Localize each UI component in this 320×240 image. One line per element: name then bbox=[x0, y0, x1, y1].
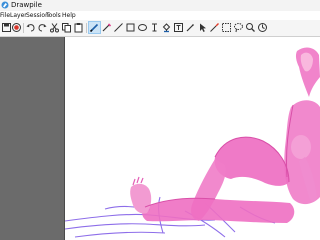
ellipse-icon[interactable] bbox=[137, 22, 148, 33]
color-picker-icon[interactable] bbox=[185, 22, 196, 33]
side-panel bbox=[0, 37, 64, 240]
paste-icon[interactable] bbox=[73, 22, 84, 33]
menu-tools[interactable]: Tools bbox=[46, 11, 61, 20]
redo-icon[interactable] bbox=[37, 22, 48, 33]
menu-help[interactable]: Help bbox=[62, 11, 76, 20]
undo-icon[interactable] bbox=[25, 22, 36, 33]
fill-bucket-icon[interactable] bbox=[161, 22, 172, 33]
drawing-canvas[interactable] bbox=[65, 37, 320, 240]
toolbar-separator bbox=[23, 23, 24, 33]
text-annotation-icon[interactable] bbox=[173, 22, 184, 33]
brush-icon[interactable] bbox=[88, 21, 101, 34]
pink-figure-sketch bbox=[130, 47, 320, 223]
copy-icon[interactable] bbox=[61, 22, 72, 33]
drawpile-logo-icon bbox=[1, 1, 9, 9]
menu-bar: File Layer Session Tools Help bbox=[0, 11, 320, 20]
selection-icon[interactable] bbox=[221, 22, 232, 33]
window-title: Drawpile bbox=[11, 1, 42, 9]
text-cursor-icon[interactable] bbox=[149, 22, 160, 33]
rectangle-icon[interactable] bbox=[125, 22, 136, 33]
toolbar bbox=[0, 20, 320, 37]
menu-layer[interactable]: Layer bbox=[10, 11, 27, 20]
cut-icon[interactable] bbox=[49, 22, 60, 33]
canvas-artwork bbox=[65, 47, 320, 238]
laser-icon[interactable] bbox=[209, 22, 220, 33]
inspector-icon[interactable] bbox=[257, 22, 268, 33]
record-icon[interactable] bbox=[11, 22, 22, 33]
lasso-icon[interactable] bbox=[233, 22, 244, 33]
toolbar-separator bbox=[86, 23, 87, 33]
eraser-icon[interactable] bbox=[101, 22, 112, 33]
pointer-icon[interactable] bbox=[197, 22, 208, 33]
line-icon[interactable] bbox=[113, 22, 124, 33]
zoom-icon[interactable] bbox=[245, 22, 256, 33]
menu-file[interactable]: File bbox=[0, 11, 10, 20]
